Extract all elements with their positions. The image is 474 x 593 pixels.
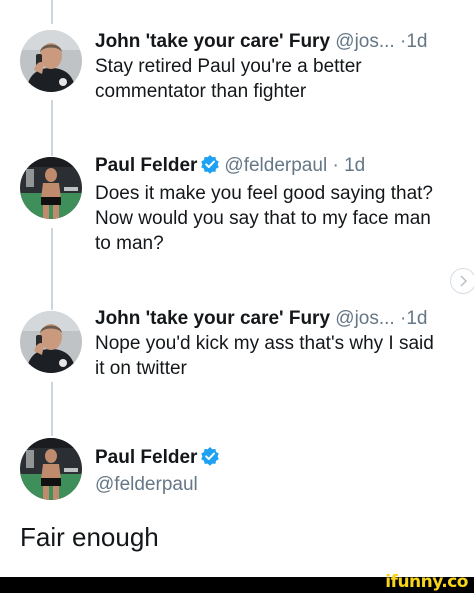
avatar[interactable] xyxy=(20,311,82,373)
tweet-text: Nope you'd kick my ass that's why I said… xyxy=(95,331,460,381)
next-chevron-button[interactable] xyxy=(450,268,474,294)
reply-text: Fair enough xyxy=(20,522,159,552)
tweet-text-line: it on twitter xyxy=(95,358,187,379)
separator-dot: · xyxy=(332,155,339,176)
fighter-in-cage-icon xyxy=(20,438,82,500)
tweet-text-line: Now would you say that to my face man xyxy=(95,208,431,229)
ifunny-watermark: ifunny.co xyxy=(385,572,468,592)
verified-badge-icon xyxy=(200,446,220,473)
tweet-text: Does it make you feel good saying that? … xyxy=(95,181,460,256)
display-name[interactable]: Paul Felder xyxy=(95,447,197,468)
tweet-header: Paul Felder xyxy=(95,446,460,473)
user-handle[interactable]: @jos... xyxy=(335,308,394,329)
thread-line xyxy=(51,100,53,156)
thread-line xyxy=(51,228,53,310)
tweet-text-line: Nope you'd kick my ass that's why I said xyxy=(95,333,434,354)
tweet-text-line: commentator than fighter xyxy=(95,81,307,102)
fighter-in-cage-icon xyxy=(20,157,82,219)
tweet-text: Stay retired Paul you're a better commen… xyxy=(95,54,460,104)
timestamp[interactable]: 1d xyxy=(406,31,427,52)
user-handle[interactable]: @felderpaul xyxy=(224,155,327,176)
thread-line xyxy=(51,382,53,436)
display-name[interactable]: John 'take your care' Fury xyxy=(95,308,330,329)
tweet-header: Paul Felder @felderpaul · 1d xyxy=(95,154,460,181)
avatar[interactable] xyxy=(20,30,82,92)
tweet-header: John 'take your care' Fury @jos... ·1d xyxy=(95,30,460,54)
display-name[interactable]: Paul Felder xyxy=(95,155,197,176)
man-on-phone-icon xyxy=(20,311,82,373)
verified-badge-icon xyxy=(200,154,220,181)
user-handle[interactable]: @felderpaul xyxy=(95,473,460,497)
timestamp[interactable]: 1d xyxy=(406,308,427,329)
tweet-text-line: to man? xyxy=(95,233,164,254)
user-handle[interactable]: @jos... xyxy=(335,31,394,52)
display-name[interactable]: John 'take your care' Fury xyxy=(95,31,330,52)
man-on-phone-icon xyxy=(20,30,82,92)
tweet-header: John 'take your care' Fury @jos... ·1d xyxy=(95,307,460,331)
tweet-text-line: Does it make you feel good saying that? xyxy=(95,183,433,204)
chevron-right-icon xyxy=(460,275,468,287)
thread-line xyxy=(51,0,53,24)
tweet-text-line: Stay retired Paul you're a better xyxy=(95,56,362,77)
watermark-bar: ifunny.co xyxy=(0,572,474,593)
avatar[interactable] xyxy=(20,438,82,500)
timestamp[interactable]: 1d xyxy=(344,155,365,176)
avatar[interactable] xyxy=(20,157,82,219)
